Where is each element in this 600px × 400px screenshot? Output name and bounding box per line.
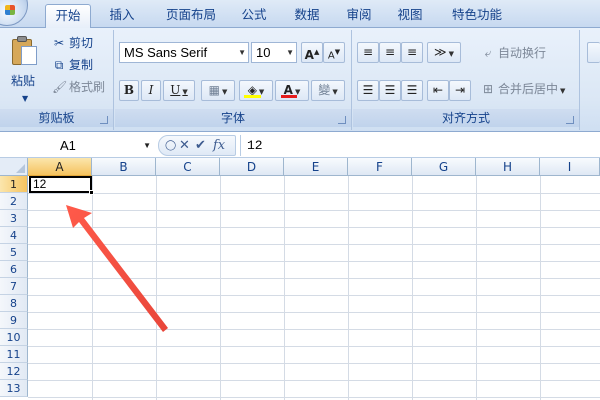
formula-bar: A1 ▼ ◯ ✕ ✔ fx 12	[0, 133, 600, 158]
paste-button[interactable]: 粘贴	[11, 72, 35, 89]
decrease-indent-button[interactable]: ⇤	[427, 80, 449, 101]
alignment-group: ≡ ≡ ≡ ≫ ▼ ☰ ☰ ☰ ⇤ ⇥ ⤶ 自动换行 ⊞ 合并后居中 ▼ 对齐方式	[353, 30, 580, 130]
wrap-text-label: 自动换行	[498, 46, 547, 60]
borders-icon: ▦	[208, 83, 220, 97]
top-align-button[interactable]: ≡	[357, 42, 379, 63]
enter-icon[interactable]: ✔	[195, 136, 206, 155]
align-center-icon: ☰	[384, 83, 396, 97]
tab-view[interactable]: 视图	[388, 4, 432, 28]
bottom-align-button[interactable]: ≡	[401, 42, 423, 63]
decrease-indent-icon: ⇤	[432, 83, 444, 97]
formula-buttons: ◯ ✕ ✔ fx	[158, 135, 236, 156]
name-box[interactable]: A1 ▼	[0, 135, 155, 156]
increase-indent-icon: ⇥	[454, 83, 466, 97]
number-format-partial[interactable]	[587, 42, 600, 63]
clipboard-group: 粘贴 ▼ ✂ 剪切 ⧉ 复制 🖌 格式刷 剪贴板	[0, 30, 114, 130]
align-left-icon: ☰	[362, 83, 374, 97]
office-button[interactable]	[0, 0, 28, 26]
fill-color-button[interactable]: ◈ ▼	[239, 80, 273, 101]
align-middle-icon: ≡	[384, 45, 396, 59]
paste-icon[interactable]	[12, 36, 38, 66]
merge-center-label: 合并后居中	[498, 82, 559, 96]
copy-label: 复制	[69, 58, 94, 72]
align-bottom-icon: ≡	[406, 45, 418, 59]
tab-review[interactable]: 审阅	[337, 4, 381, 28]
clipboard-group-label: 剪贴板	[0, 109, 113, 127]
underline-button[interactable]: U ▼	[163, 80, 195, 101]
phonetic-guide-label: 變	[318, 83, 331, 97]
phonetic-guide-button[interactable]: 變 ▼	[311, 80, 345, 101]
cut-label: 剪切	[69, 36, 94, 50]
font-name-value: MS Sans Serif	[124, 45, 208, 60]
tab-page-layout[interactable]: 页面布局	[156, 4, 226, 28]
chevron-down-icon: ▼	[143, 141, 151, 150]
copy-icon: ⧉	[54, 58, 64, 72]
format-painter-button[interactable]: 🖌 格式刷	[52, 78, 105, 96]
expand-icon: ◯	[165, 140, 177, 151]
arrow-shape	[66, 205, 168, 332]
tab-data[interactable]: 数据	[285, 4, 329, 28]
font-size-combo[interactable]: 10 ▼	[251, 42, 297, 63]
font-group: MS Sans Serif ▼ 10 ▼ A▲ A▼ B I U ▼ ▦ ▼ ◈ ▼ …	[115, 30, 352, 130]
middle-align-button[interactable]: ≡	[379, 42, 401, 63]
merge-center-button[interactable]: ⊞ 合并后居中 ▼	[481, 80, 565, 98]
scissors-icon: ✂	[53, 36, 65, 50]
underline-label: U	[170, 83, 181, 97]
worksheet-grid[interactable]: A B C D E F G H I 1 2 3 4 5 6 7 8 9 10 1…	[0, 158, 600, 400]
grow-font-label: A	[304, 48, 314, 62]
shrink-font-button[interactable]: A▼	[323, 42, 345, 63]
wrap-text-icon: ⤶	[484, 46, 492, 60]
wrap-text-button[interactable]: ⤶ 自动换行	[481, 44, 546, 62]
tab-home[interactable]: 开始	[45, 4, 91, 29]
font-dialog-launcher-icon[interactable]	[338, 116, 346, 124]
align-top-icon: ≡	[362, 45, 374, 59]
alignment-dialog-launcher-icon[interactable]	[566, 116, 574, 124]
cancel-icon[interactable]: ✕	[179, 136, 190, 155]
copy-button[interactable]: ⧉ 复制	[52, 56, 93, 74]
orientation-button[interactable]: ≫ ▼	[427, 42, 461, 63]
merge-cells-icon: ⊞	[482, 82, 494, 96]
borders-button[interactable]: ▦ ▼	[201, 80, 235, 101]
alignment-group-label: 对齐方式	[353, 109, 579, 127]
grow-font-button[interactable]: A▲	[301, 42, 323, 63]
chevron-down-icon: ▼	[286, 48, 294, 57]
formula-input[interactable]: 12	[240, 135, 600, 156]
shrink-font-label: A	[327, 50, 335, 62]
increase-indent-button[interactable]: ⇥	[449, 80, 471, 101]
brush-icon: 🖌	[52, 80, 68, 94]
bold-button[interactable]: B	[119, 80, 139, 101]
format-painter-label: 格式刷	[69, 80, 106, 94]
annotation-arrow-icon	[66, 205, 168, 332]
name-box-value: A1	[60, 138, 76, 153]
font-name-combo[interactable]: MS Sans Serif ▼	[119, 42, 249, 63]
text-orientation-icon: ≫	[434, 45, 447, 59]
font-size-value: 10	[256, 45, 271, 60]
align-left-button[interactable]: ☰	[357, 80, 379, 101]
cut-button[interactable]: ✂ 剪切	[52, 34, 93, 52]
insert-function-button[interactable]: fx	[213, 136, 225, 155]
number-group-partial	[581, 30, 600, 130]
tab-insert[interactable]: 插入	[100, 4, 144, 28]
align-right-button[interactable]: ☰	[401, 80, 423, 101]
office-logo-icon	[5, 5, 15, 15]
ribbon-tab-strip: 开始 插入 页面布局 公式 数据 审阅 视图 特色功能	[0, 0, 600, 29]
align-center-button[interactable]: ☰	[379, 80, 401, 101]
chevron-down-icon: ▼	[238, 48, 246, 57]
tab-special-features[interactable]: 特色功能	[442, 4, 512, 28]
ribbon: 粘贴 ▼ ✂ 剪切 ⧉ 复制 🖌 格式刷 剪贴板 MS Sans Serif ▼ 10…	[0, 28, 600, 132]
paste-dropdown-icon[interactable]: ▼	[22, 94, 28, 103]
italic-button[interactable]: I	[141, 80, 161, 101]
tab-formulas[interactable]: 公式	[232, 4, 276, 28]
align-right-icon: ☰	[406, 83, 418, 97]
clipboard-dialog-launcher-icon[interactable]	[100, 116, 108, 124]
font-group-label: 字体	[115, 109, 351, 127]
font-color-button[interactable]: A ▼	[275, 80, 309, 101]
